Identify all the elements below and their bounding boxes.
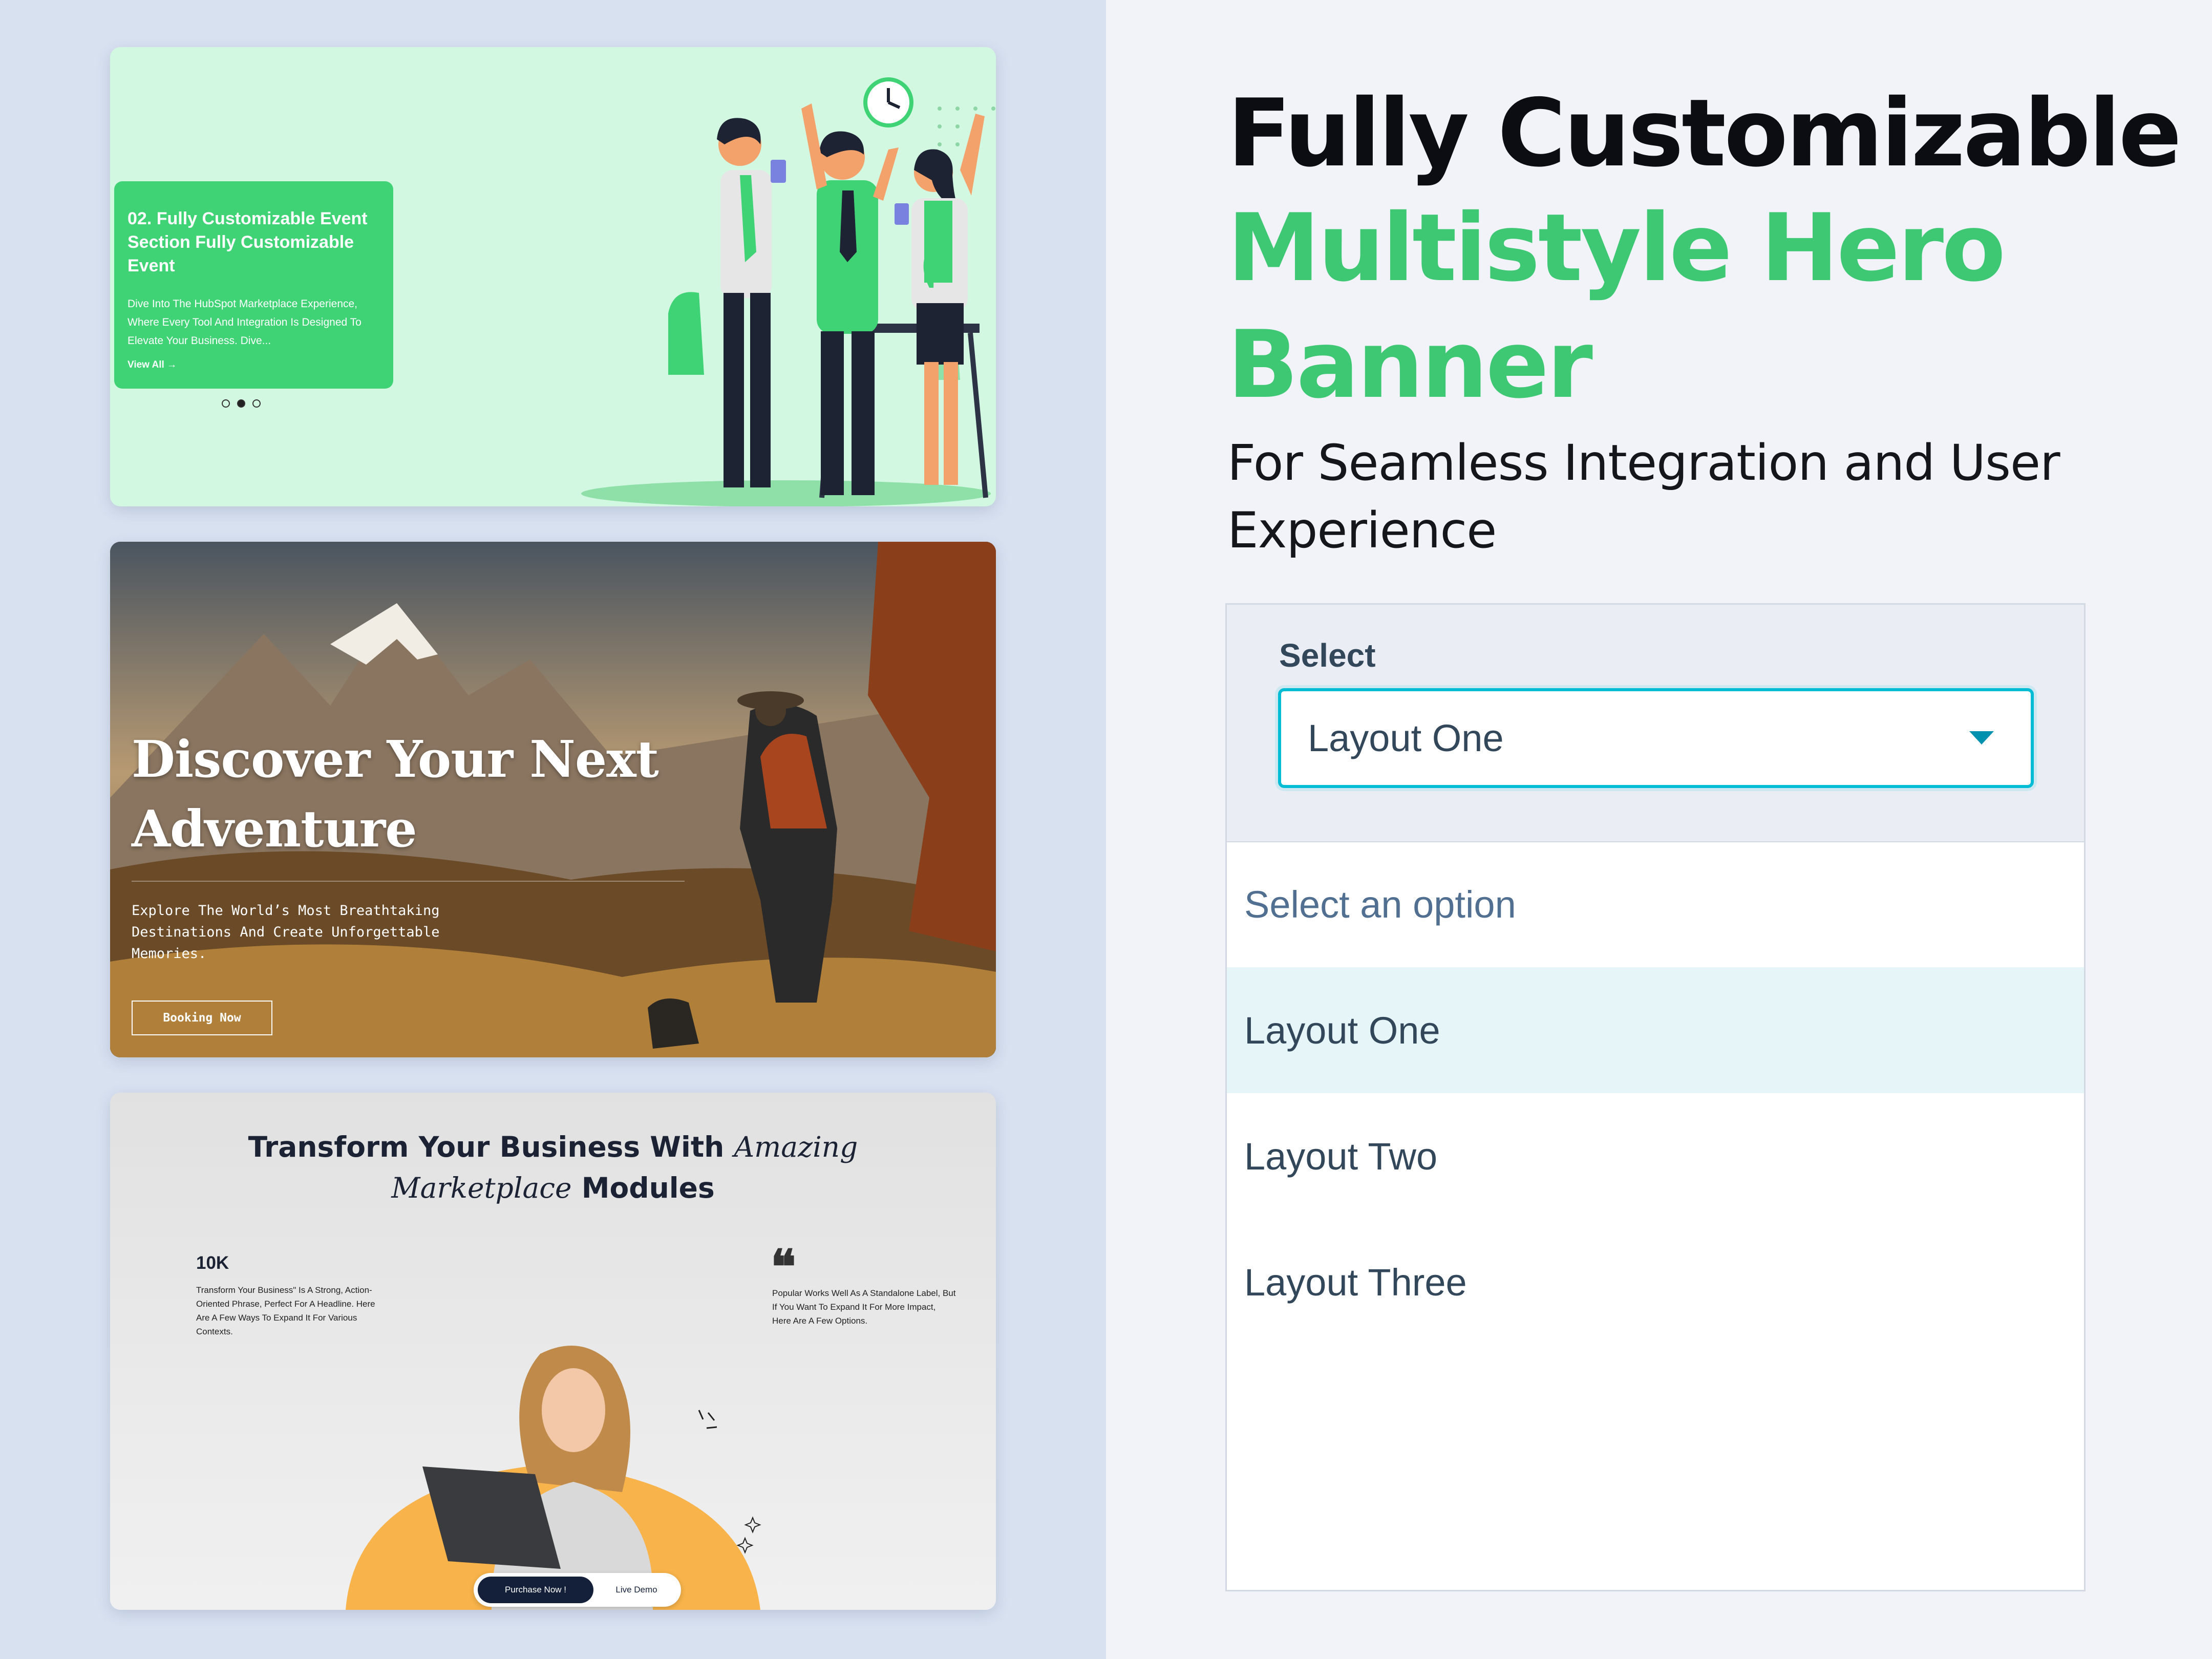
layout-select-field[interactable]: Layout One — [1278, 688, 2034, 788]
option-layout-one[interactable]: Layout One — [1227, 967, 2084, 1093]
event-title: 02. Fully Customizable Event Section Ful… — [127, 209, 368, 275]
booking-button[interactable]: Booking Now — [132, 1001, 272, 1035]
carousel-dot[interactable] — [252, 399, 261, 408]
quote-icon: ❝ — [771, 1239, 796, 1294]
hero-preview-event: 02. Fully Customizable Event Section Ful… — [110, 47, 996, 506]
business-title: Transform Your Business With Amazing Mar… — [110, 1126, 996, 1208]
event-info-box: 02. Fully Customizable Event Section Ful… — [114, 181, 393, 389]
hero-preview-adventure: Discover Your Next Adventure Explore The… — [110, 542, 996, 1057]
live-demo-button[interactable]: Live Demo — [595, 1577, 677, 1603]
cta-button-group: Purchase Now ! Live Demo — [474, 1573, 681, 1607]
carousel-dot[interactable] — [222, 399, 230, 408]
select-label: Select — [1279, 637, 1376, 674]
team-celebration-illustration — [581, 77, 995, 506]
select-current-value: Layout One — [1308, 717, 1504, 759]
layout-select-dropdown: Select Layout One Select an option Layou… — [1225, 603, 2086, 1591]
option-layout-two[interactable]: Layout Two — [1227, 1093, 2084, 1219]
hero-title: Discover Your Next Adventure — [132, 730, 659, 859]
caret-down-icon — [1969, 731, 1994, 745]
stat-value: 10K — [196, 1253, 229, 1273]
title-italic2: Marketplace — [391, 1172, 572, 1204]
headline-accent: Multistyle Hero Banner — [1227, 194, 2006, 419]
hero-preview-business: Transform Your Business With Amazing Mar… — [110, 1093, 996, 1610]
stat-description: Transform Your Business" Is A Strong, Ac… — [196, 1285, 375, 1336]
view-all-link[interactable]: View All → — [127, 359, 380, 371]
quote-description: Popular Works Well As A Standalone Label… — [772, 1288, 956, 1326]
option-layout-three[interactable]: Layout Three — [1227, 1219, 2084, 1345]
settings-panel: Fully Customizable Multistyle Hero Banne… — [1106, 0, 2212, 1659]
hero-description: Explore The World’s Most Breathtaking De… — [132, 903, 440, 962]
title-part2: Modules — [581, 1172, 715, 1204]
purchase-button[interactable]: Purchase Now ! — [478, 1577, 593, 1603]
title-part1: Transform Your Business With — [248, 1131, 725, 1163]
subheadline: For Seamless Integration and User Experi… — [1227, 434, 2060, 559]
headline: Fully Customizable — [1227, 79, 2182, 187]
title-italic1: Amazing — [734, 1131, 858, 1163]
select-header: Select Layout One — [1227, 605, 2084, 842]
carousel-dot-active[interactable] — [237, 399, 245, 408]
carousel-dots — [222, 399, 261, 408]
event-description: Dive Into The HubSpot Marketplace Experi… — [127, 298, 361, 347]
option-placeholder[interactable]: Select an option — [1227, 841, 2084, 967]
divider — [132, 881, 685, 882]
preview-column: 02. Fully Customizable Event Section Ful… — [0, 0, 1106, 1659]
